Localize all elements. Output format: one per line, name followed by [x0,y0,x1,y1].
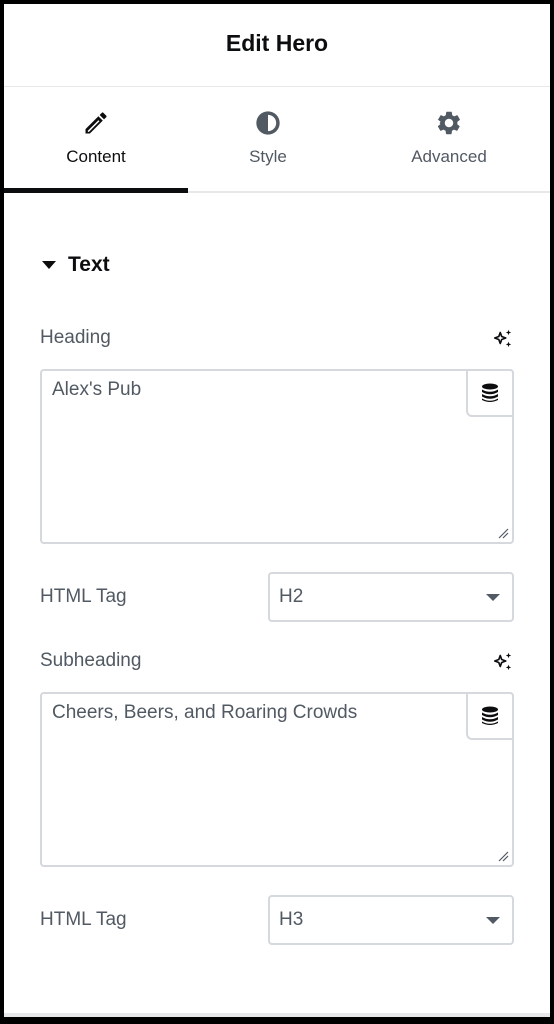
gear-icon [437,111,460,135]
heading-tag-value: H2 [279,586,304,607]
pencil-icon [85,112,107,134]
subheading-textarea[interactable]: Cheers, Beers, and Roaring Crowds [40,692,514,867]
subheading-label-row: Subheading [40,646,514,676]
resize-handle-icon[interactable] [497,527,509,539]
tab-style[interactable]: Style [188,87,348,191]
tab-content[interactable]: Content [4,87,188,193]
heading-textarea[interactable]: Alex's Pub [40,369,514,544]
subheading-tag-row: HTML Tag H3 [40,895,514,945]
database-icon [482,706,498,725]
subheading-label: Subheading [40,650,142,671]
chevron-down-icon [486,593,500,601]
edit-panel: Edit Hero Content Style Advanced Text He… [4,4,550,1017]
heading-tag-select[interactable]: H2 [268,572,514,622]
section-toggle-text[interactable]: Text [40,251,514,279]
tab-advanced-label: Advanced [411,147,487,166]
heading-dynamic-tags-button[interactable] [466,369,514,417]
panel-title: Edit Hero [225,29,329,56]
subheading-tag-value: H3 [279,909,304,930]
tab-style-label: Style [249,147,287,166]
heading-label-row: Heading [40,323,514,353]
subheading-tag-label: HTML Tag [40,909,127,930]
chevron-down-icon [486,916,500,924]
resize-handle-icon[interactable] [497,850,509,862]
sparkle-icon[interactable] [492,327,514,349]
bottom-divider [4,1013,550,1017]
half-circle-contrast-icon [256,111,280,135]
database-icon [482,383,498,402]
heading-tag-label: HTML Tag [40,586,127,607]
heading-label: Heading [40,327,111,348]
heading-value: Alex's Pub [52,379,142,400]
subheading-tag-select[interactable]: H3 [268,895,514,945]
tab-advanced[interactable]: Advanced [348,87,550,191]
tab-content-label: Content [66,147,126,166]
heading-tag-row: HTML Tag H2 [40,572,514,622]
section-title: Text [68,253,110,276]
subheading-dynamic-tags-button[interactable] [466,692,514,740]
sparkle-icon[interactable] [492,650,514,672]
tab-bar: Content Style Advanced [4,87,550,193]
content-area: Text Heading Alex's Pub HTML Tag H2 Subh… [4,251,550,945]
caret-down-icon [42,261,56,269]
subheading-value: Cheers, Beers, and Roaring Crowds [52,702,358,723]
panel-header: Edit Hero [4,4,550,87]
